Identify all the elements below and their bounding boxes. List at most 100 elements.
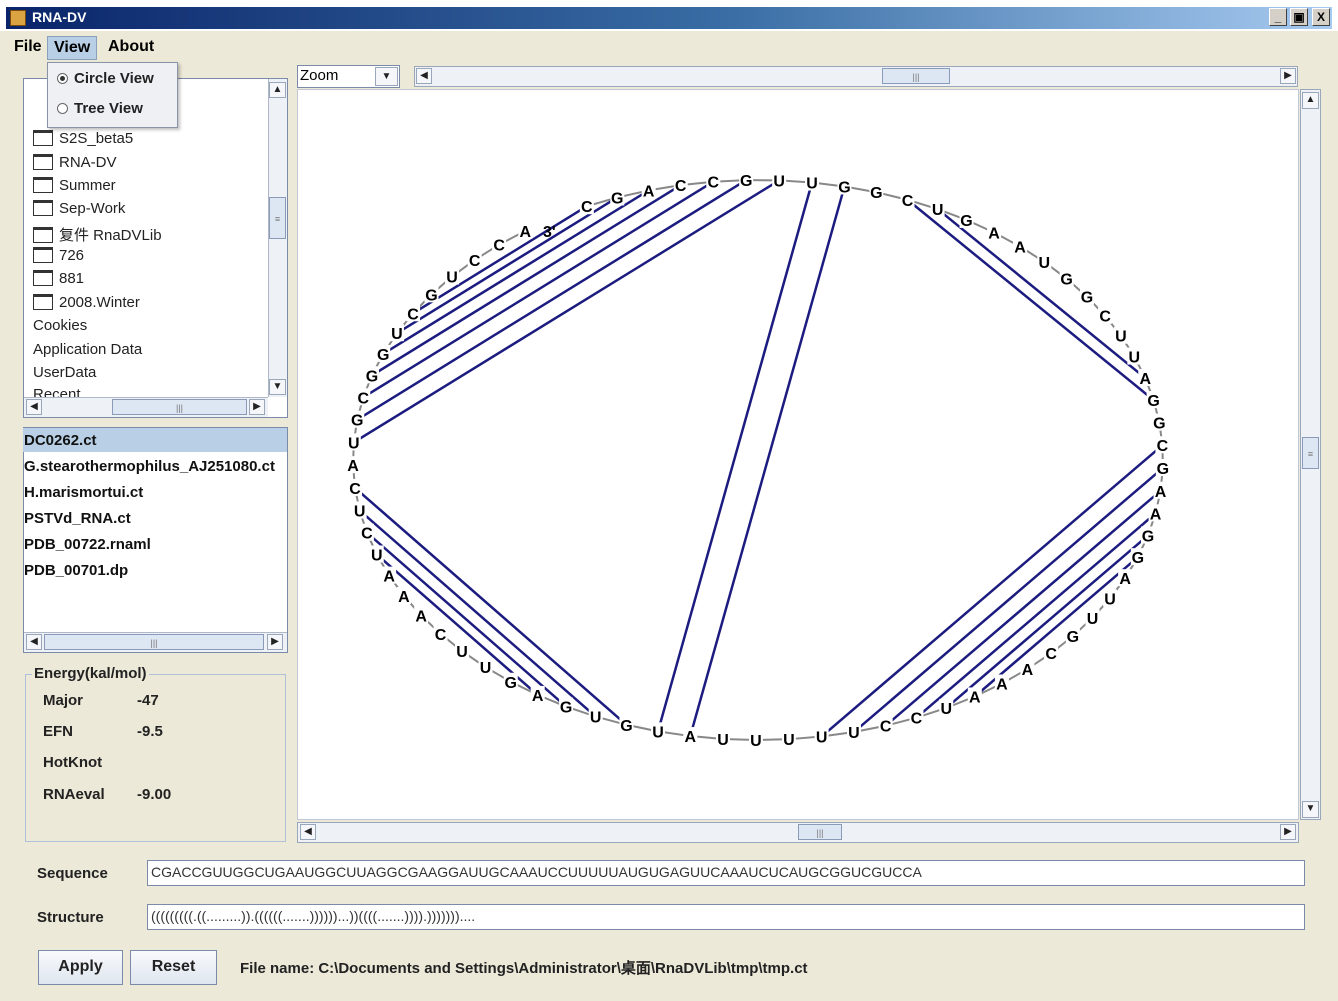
tree-item[interactable]: Recent [33, 386, 81, 397]
base-pair-bond [354, 486, 628, 726]
chevron-down-icon[interactable]: ▼ [375, 67, 398, 86]
file-list-item[interactable]: PSTVd_RNA.ct [24, 510, 131, 527]
nucleotide-label: A [684, 729, 696, 746]
nucleotide-label: G [560, 700, 572, 717]
nucleotide-label: A [1014, 240, 1026, 257]
tree-item-label: Summer [59, 177, 116, 194]
structure-input[interactable]: (((((((((.((.........)).((((((.......)))… [147, 904, 1305, 930]
canvas-bottom-scroll-left-button[interactable]: ◀ [300, 824, 316, 840]
tree-item[interactable]: RNA-DV [33, 154, 117, 171]
nucleotide-label: A [1022, 662, 1034, 679]
file-scroll-right-button[interactable]: ▶ [267, 634, 283, 650]
tree-item[interactable]: 881 [33, 270, 84, 287]
tree-item-label: 881 [59, 270, 85, 287]
tree-hscroll-thumb[interactable]: ||| [112, 399, 247, 415]
file-scroll-left-button[interactable]: ◀ [26, 634, 42, 650]
nucleotide-label: A [383, 569, 395, 586]
tree-item[interactable]: 726 [33, 247, 84, 264]
nucleotide-label: U [1039, 255, 1051, 272]
tree-item[interactable]: Summer [33, 177, 116, 194]
file-list-item[interactable]: DC0262.ct [24, 432, 97, 449]
nucleotide-label: C [1099, 309, 1111, 326]
energy-value-rnaeval: -9.00 [137, 786, 172, 803]
base-pair-bond [656, 182, 814, 732]
nucleotide-label: U [806, 175, 818, 192]
nucleotide-label: G [1081, 290, 1093, 307]
nucleotide-label: A [996, 677, 1008, 694]
nucleotide-label: U [480, 660, 492, 677]
nucleotide-label: A [643, 183, 655, 200]
menu-file[interactable]: File [8, 36, 48, 58]
tree-item[interactable]: UserData [33, 364, 96, 381]
nucleotide-label: G [611, 190, 623, 207]
nucleotide-label: G [1157, 461, 1169, 478]
nucleotide-label: U [446, 270, 458, 287]
nucleotide-label: U [348, 435, 360, 452]
nucleotide-label: C [1157, 438, 1169, 455]
menu-item-circle-view[interactable]: Circle View [57, 70, 154, 87]
file-list-item[interactable]: G.stearothermophilus_AJ251080.ct [24, 458, 275, 475]
tree-item-label: 2008.Winter [59, 294, 140, 311]
nucleotide-label: C [435, 627, 447, 644]
rna-circle-canvas[interactable]: CGACCGUUGGCUGAAUGGCUUAGGCGAAGGAUUGCAAAUC… [297, 89, 1299, 820]
sequence-input[interactable]: CGACCGUUGGCUGAAUGGCUUAGGCGAAGGAUUGCAAAUC… [147, 860, 1305, 886]
file-list-item[interactable]: PDB_00722.rnaml [24, 536, 151, 553]
tree-scroll-right-button[interactable]: ▶ [249, 399, 265, 415]
menu-view[interactable]: View [47, 36, 98, 60]
base-pair-bond [945, 534, 1149, 709]
close-button[interactable]: X [1312, 8, 1330, 26]
tree-scroll-up-button[interactable]: ▲ [269, 82, 286, 98]
canvas-scroll-down-button[interactable]: ▼ [1302, 801, 1319, 818]
nucleotide-label: A [347, 458, 359, 475]
canvas-vscroll-thumb[interactable]: ≡ [1302, 437, 1319, 469]
nucleotide-label: A [1155, 484, 1167, 501]
nucleotide-label: G [351, 413, 363, 430]
nucleotide-label: G [1153, 416, 1165, 433]
tree-item[interactable]: Cookies [33, 317, 87, 334]
canvas-bottom-scroll-right-button[interactable]: ▶ [1280, 824, 1296, 840]
energy-value-major: -47 [137, 692, 159, 709]
radio-selected-icon [57, 72, 68, 84]
base-pair-bond [382, 189, 650, 355]
minimize-button[interactable]: _ [1269, 8, 1287, 26]
menu-item-tree-view[interactable]: Tree View [57, 100, 143, 117]
nucleotide-label: A [1139, 371, 1151, 388]
zoom-combobox[interactable]: Zoom ▼ [297, 65, 400, 88]
canvas-top-scroll-left-button[interactable]: ◀ [416, 68, 432, 84]
menu-about[interactable]: About [102, 36, 160, 58]
apply-button[interactable]: Apply [38, 950, 123, 985]
canvas-top-scrollbar[interactable] [414, 66, 1298, 87]
tree-item[interactable]: Application Data [33, 341, 142, 358]
canvas-scroll-up-button[interactable]: ▲ [1302, 92, 1319, 109]
tree-scroll-left-button[interactable]: ◀ [26, 399, 42, 415]
base-pair-bond [371, 184, 682, 377]
tree-scroll-down-button[interactable]: ▼ [269, 379, 286, 395]
energy-label-major: Major [43, 692, 84, 709]
maximize-button[interactable]: ▣ [1290, 8, 1308, 26]
canvas-top-scroll-thumb[interactable]: ||| [882, 68, 950, 84]
tree-item[interactable]: Sep-Work [33, 200, 125, 217]
canvas-top-scroll-right-button[interactable]: ▶ [1280, 68, 1296, 84]
tree-item[interactable]: 复件 RnaDVLib [33, 224, 162, 245]
nucleotide-label: A [415, 608, 427, 625]
tree-scroll-thumb[interactable]: ≡ [269, 197, 286, 239]
nucleotide-label: U [354, 503, 366, 520]
nucleotide-label: G [425, 287, 437, 304]
nucleotide-label: G [740, 173, 752, 190]
tree-item-label: Cookies [33, 317, 88, 334]
canvas-bottom-scroll-thumb[interactable]: ||| [798, 824, 842, 840]
file-list-item[interactable]: H.marismortui.ct [24, 484, 143, 501]
tree-item[interactable]: 2008.Winter [33, 294, 140, 311]
nucleotide-label: U [652, 724, 664, 741]
tree-item[interactable]: S2S_beta5 [33, 130, 133, 147]
nucleotide-label: U [1087, 611, 1099, 628]
nucleotide-label: U [590, 710, 602, 727]
base-pair-bond [366, 531, 567, 708]
base-pair-bond [358, 509, 597, 718]
reset-button[interactable]: Reset [130, 950, 217, 985]
file-hscroll-thumb[interactable]: ||| [44, 634, 264, 650]
base-pair-bond [936, 208, 1147, 380]
folder-icon [33, 200, 53, 217]
nucleotide-label: U [717, 732, 729, 749]
file-list-item[interactable]: PDB_00701.dp [24, 562, 128, 579]
